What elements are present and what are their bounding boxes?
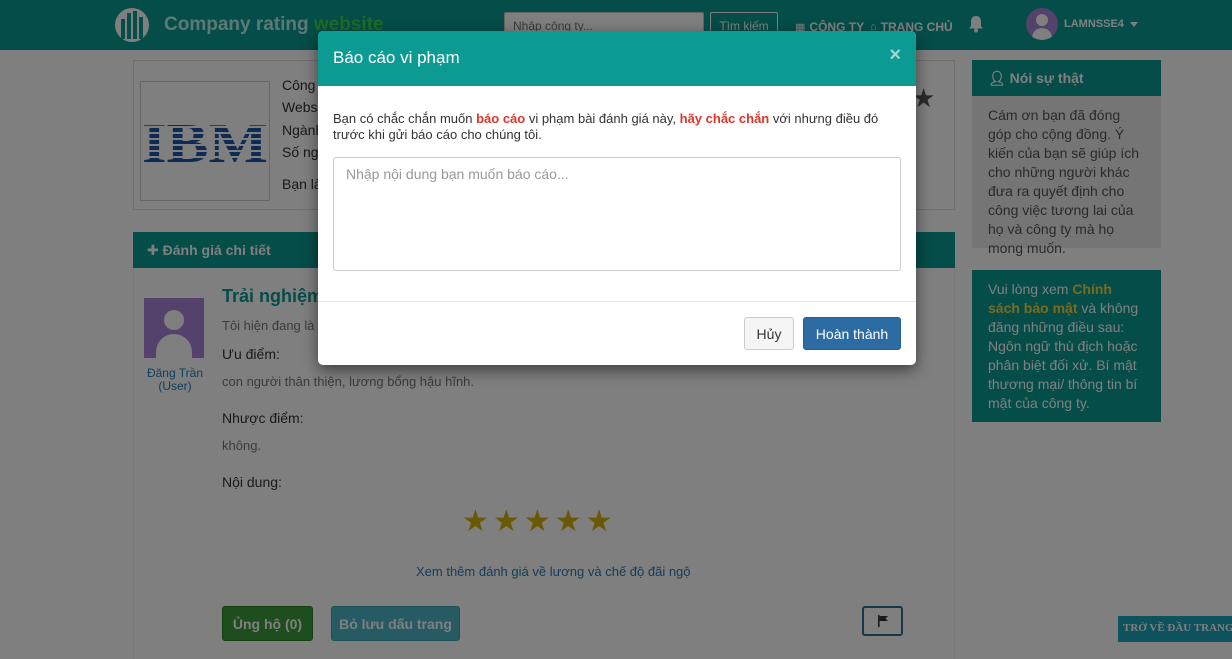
report-modal: Báo cáo vi phạm × Bạn có chắc chắn muốn …: [318, 31, 916, 365]
modal-header: Báo cáo vi phạm ×: [318, 31, 916, 86]
modal-description: Bạn có chắc chắn muốn báo cáo vi phạm bà…: [333, 111, 879, 142]
modal-divider: [318, 301, 916, 302]
cancel-button[interactable]: Hủy: [744, 317, 794, 350]
close-icon[interactable]: ×: [889, 44, 901, 67]
report-content-textarea[interactable]: [333, 157, 901, 271]
submit-report-button[interactable]: Hoàn thành: [803, 317, 901, 350]
modal-title: Báo cáo vi phạm: [333, 48, 460, 67]
